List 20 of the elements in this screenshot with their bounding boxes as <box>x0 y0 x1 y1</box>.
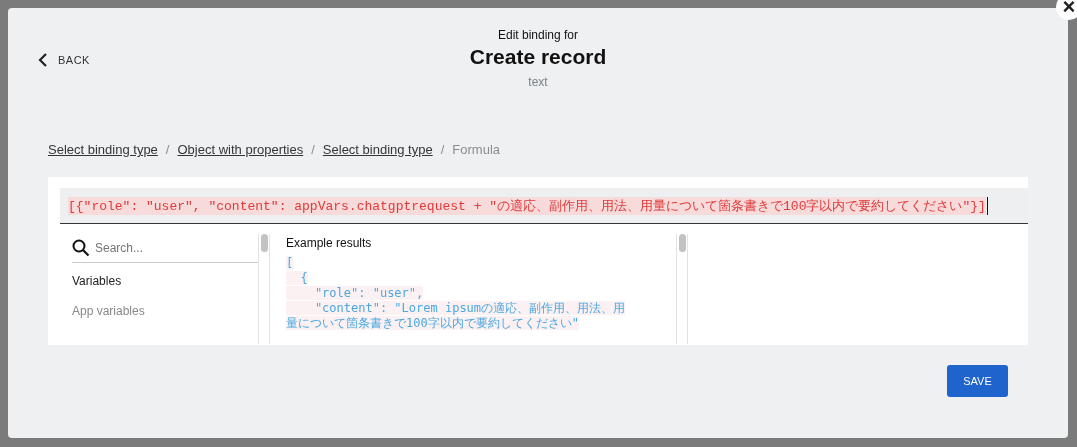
breadcrumb-separator: / <box>440 142 445 157</box>
save-button[interactable]: SAVE <box>947 365 1008 397</box>
close-button[interactable]: × <box>1056 0 1077 20</box>
breadcrumb-link[interactable]: Select binding type <box>48 142 158 157</box>
scrollbar[interactable] <box>258 234 270 344</box>
breadcrumb-link[interactable]: Select binding type <box>322 142 433 157</box>
binding-type: text <box>528 75 548 89</box>
results-heading: Example results <box>286 236 373 250</box>
dialog-subtitle: Edit binding for <box>497 28 579 42</box>
breadcrumb-link[interactable]: Object with properties <box>177 142 304 157</box>
breadcrumb-separator: / <box>165 142 170 157</box>
breadcrumb-current: Formula <box>452 142 500 157</box>
search-icon <box>72 239 90 257</box>
back-button[interactable]: BACK <box>36 51 92 69</box>
scrollbar[interactable] <box>676 234 688 344</box>
chevron-left-icon <box>38 53 48 67</box>
variable-category[interactable]: App variables <box>72 304 258 318</box>
variables-heading: Variables <box>72 274 123 288</box>
breadcrumb-separator: / <box>311 142 315 157</box>
dialog-title: Create record <box>469 45 607 69</box>
